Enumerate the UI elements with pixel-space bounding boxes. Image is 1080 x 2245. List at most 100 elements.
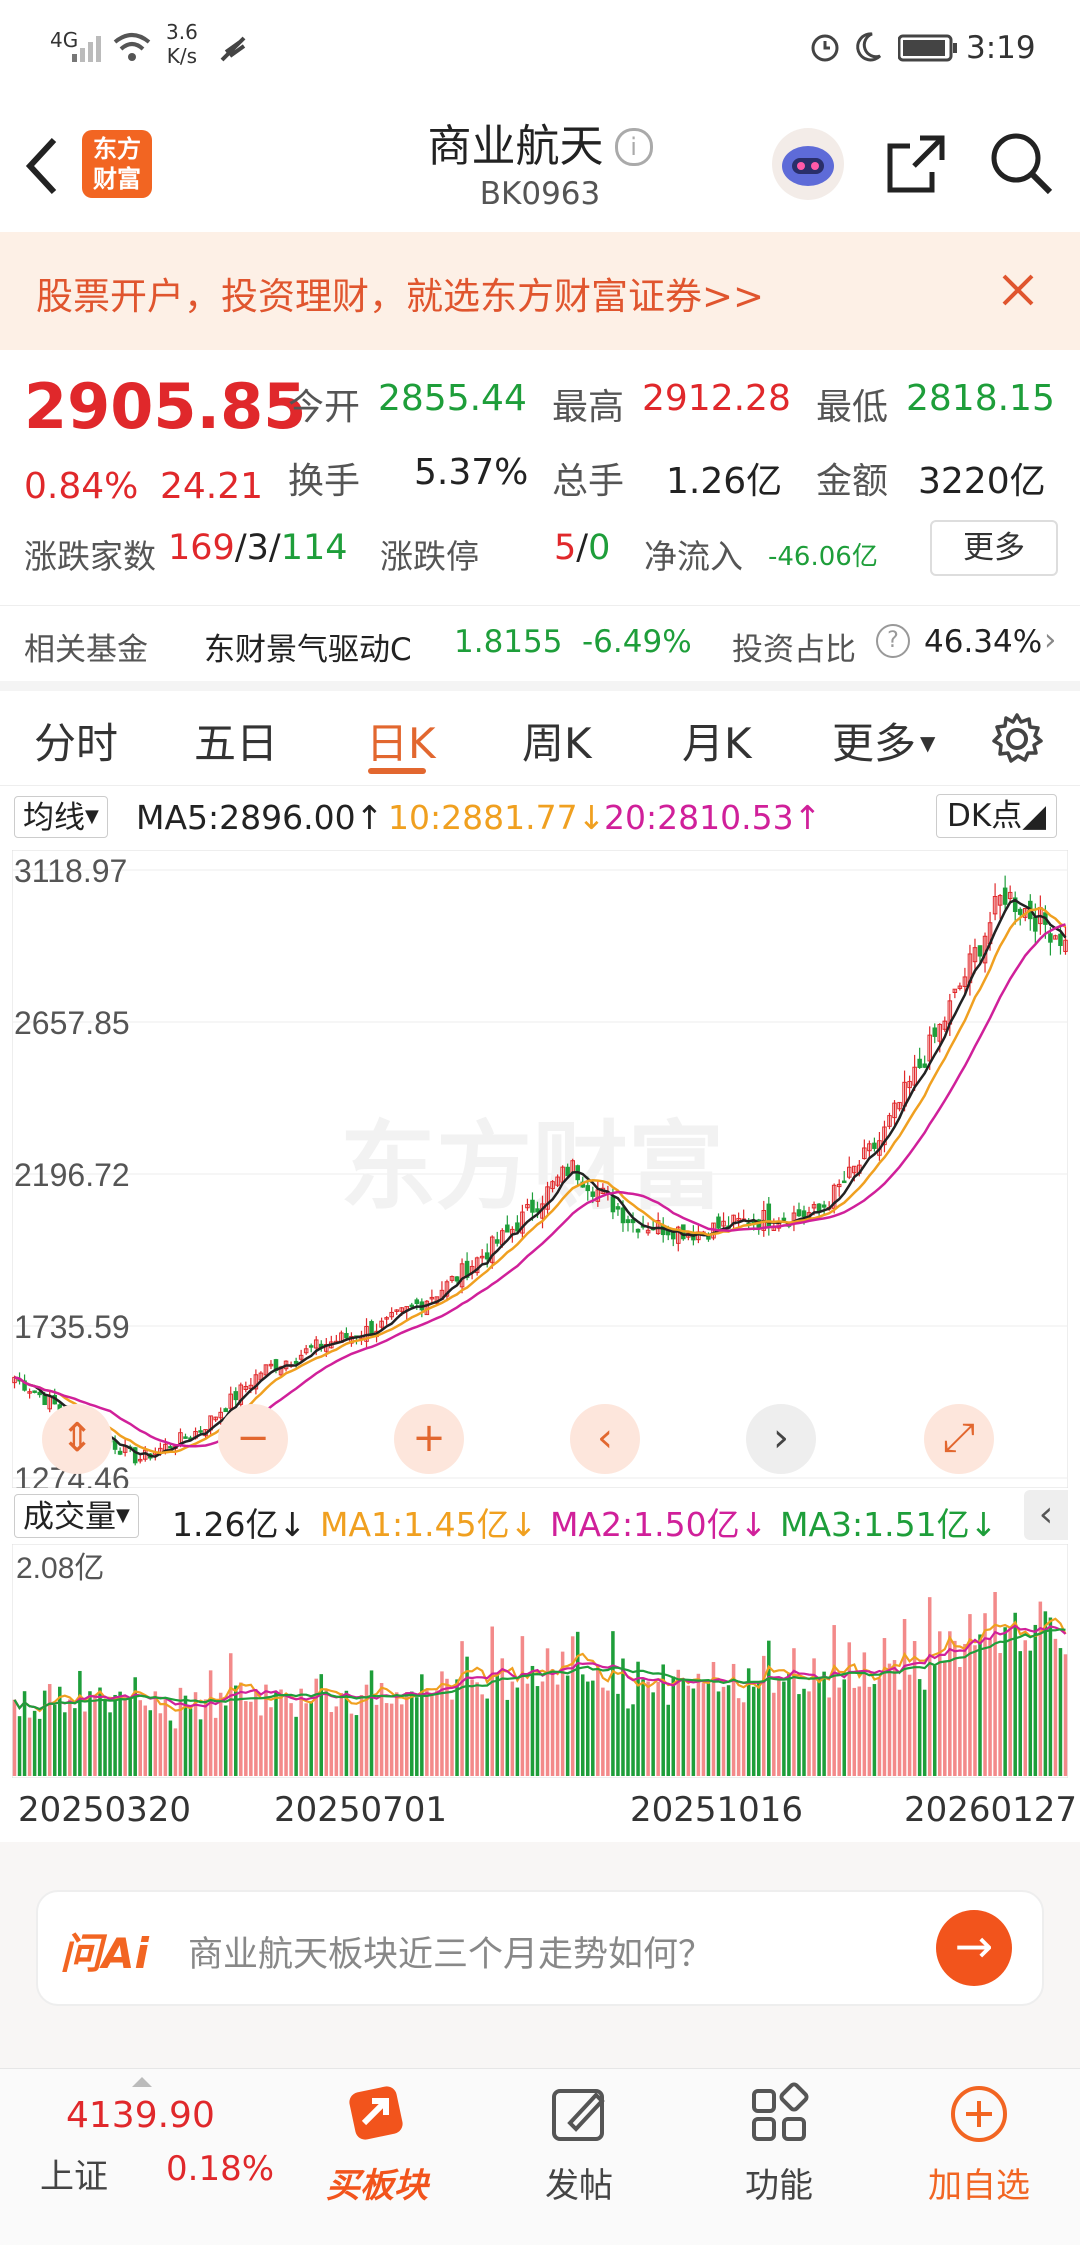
- tab-intraday[interactable]: 分时: [34, 710, 118, 771]
- volume-bar: [726, 1685, 731, 1776]
- feather-icon: [220, 36, 246, 62]
- scroll-right-button[interactable]: ›: [746, 1404, 816, 1474]
- fullscreen-button[interactable]: ⤢: [924, 1404, 994, 1474]
- volume-bar: [676, 1669, 681, 1776]
- chart-handle-button[interactable]: ⇕: [42, 1404, 112, 1474]
- function-button[interactable]: 功能: [714, 2081, 844, 2207]
- bottom-toolbar: 4139.90 上证 0.18% 买板块 发帖 功能 加自选: [0, 2068, 1080, 2245]
- buy-sector-button[interactable]: 买板块: [312, 2081, 442, 2207]
- limit-label: 涨跌停: [380, 537, 479, 576]
- volume-bar: [978, 1634, 982, 1776]
- volume-value: 1.26亿: [666, 461, 783, 502]
- tab-weekly-k[interactable]: 周K: [522, 710, 592, 771]
- help-icon[interactable]: ?: [876, 624, 910, 658]
- volume-max-label: 2.08亿: [16, 1552, 104, 1585]
- x-tick-label: 20250701: [274, 1790, 448, 1830]
- ma-selector[interactable]: 均线▼: [14, 796, 108, 838]
- open-label: 今开: [288, 387, 361, 428]
- volume-bar: [163, 1699, 168, 1776]
- zoom-in-button[interactable]: +: [394, 1404, 464, 1474]
- nav-bar: 东方 财富 商业航天 i BK0963: [0, 100, 1080, 230]
- index-name[interactable]: 上证: [40, 2149, 108, 2198]
- collapse-panel-button[interactable]: ‹: [1024, 1490, 1068, 1540]
- share-icon[interactable]: [884, 132, 948, 196]
- volume-bar: [103, 1700, 107, 1776]
- ai-question-text[interactable]: 商业航天板块近三个月走势如何？: [188, 1926, 713, 1977]
- volume-bar: [902, 1618, 907, 1776]
- volume-bar: [47, 1684, 52, 1776]
- tab-monthly-k[interactable]: 月K: [682, 710, 752, 771]
- wifi-icon: [113, 33, 151, 61]
- volume-bar: [807, 1691, 811, 1776]
- candle: [32, 1390, 37, 1393]
- volume-bar: [223, 1705, 228, 1776]
- info-icon[interactable]: i: [614, 128, 653, 166]
- volume-bar: [671, 1676, 676, 1776]
- candle: [615, 1206, 621, 1210]
- volume-bar: [857, 1686, 862, 1776]
- fund-change: -6.49%: [582, 624, 692, 660]
- volume-bar: [772, 1692, 776, 1776]
- volume-bar: [299, 1688, 303, 1776]
- back-icon[interactable]: [22, 136, 62, 196]
- volume-bar: [410, 1691, 414, 1776]
- volume-chart[interactable]: 2.08亿: [12, 1544, 1068, 1778]
- settings-gear-icon[interactable]: [990, 712, 1044, 766]
- volume-bar: [158, 1713, 163, 1776]
- volume-bar: [1048, 1617, 1053, 1776]
- volume-bar: [123, 1695, 127, 1776]
- volume-legend: 成交量▼ 1.26亿↓ MA1:1.45亿↓ MA2:1.50亿↓ MA3:1.…: [0, 1490, 1080, 1544]
- turnover-value: 5.37%: [414, 452, 529, 493]
- volume-bar: [425, 1690, 429, 1776]
- volume-bar: [68, 1699, 72, 1776]
- search-icon[interactable]: [988, 130, 1054, 198]
- volume-selector[interactable]: 成交量▼: [14, 1494, 139, 1538]
- robot-assistant-icon[interactable]: [770, 126, 846, 202]
- dk-point-button[interactable]: DK点◢: [936, 794, 1058, 838]
- candle: [1002, 887, 1008, 905]
- promo-banner[interactable]: 股票开户，投资理财，就选东方财富证券>>: [0, 232, 1080, 350]
- volume-bar: [455, 1679, 459, 1776]
- candle: [530, 1199, 535, 1213]
- post-button[interactable]: 发帖: [514, 2081, 644, 2207]
- candle: [821, 1204, 827, 1208]
- close-icon[interactable]: [1000, 272, 1036, 308]
- breadth-label: 涨跌家数: [24, 537, 156, 576]
- volume-bar: [354, 1715, 359, 1776]
- zoom-out-button[interactable]: −: [218, 1404, 288, 1474]
- status-bar: 4G 3.6 K/s 3:19: [0, 0, 1080, 100]
- related-fund-row[interactable]: 相关基金 东财景气驱动C 1.8155 -6.49% 投资占比 ? 46.34%…: [0, 605, 1080, 691]
- arrow-right-icon[interactable]: →: [936, 1910, 1012, 1986]
- add-watchlist-button[interactable]: 加自选: [914, 2081, 1044, 2207]
- volume-bar: [1003, 1627, 1007, 1776]
- index-value[interactable]: 4139.90: [66, 2095, 215, 2136]
- volume-bar: [656, 1681, 660, 1776]
- volume-bar: [52, 1705, 57, 1776]
- volume-bar: [751, 1686, 756, 1776]
- volume-bar: [465, 1656, 469, 1776]
- volume-bar: [394, 1692, 399, 1776]
- candlestick-chart[interactable]: 东方财富 3118.972657.852196.721735.591274.46: [12, 850, 1068, 1488]
- tab-daily-k[interactable]: 日K: [366, 710, 436, 771]
- volume-bar: [88, 1691, 92, 1776]
- tab-five-day[interactable]: 五日: [194, 710, 278, 771]
- buy-sector-icon: [349, 2086, 403, 2140]
- scroll-left-button[interactable]: ‹: [570, 1404, 640, 1474]
- volume-bar: [681, 1678, 686, 1776]
- tab-more[interactable]: 更多 ▼: [832, 710, 935, 771]
- volume-bar: [430, 1692, 434, 1776]
- breadth-values: 169/3/114: [168, 528, 348, 568]
- dropdown-icon: ▼: [920, 731, 936, 755]
- banner-text[interactable]: 股票开户，投资理财，就选东方财富证券>>: [36, 266, 764, 320]
- index-change[interactable]: 0.18%: [166, 2149, 274, 2189]
- candle: [198, 1430, 203, 1433]
- volume-bar: [17, 1716, 22, 1776]
- volume-bar: [993, 1592, 997, 1776]
- more-button[interactable]: 更多: [930, 520, 1058, 576]
- candle: [620, 1207, 626, 1224]
- volume-bar: [495, 1674, 500, 1776]
- amount-value: 3220亿: [918, 461, 1046, 502]
- candle: [706, 1235, 711, 1240]
- ai-question-bar[interactable]: 问Ai 商业航天板块近三个月走势如何？ →: [36, 1890, 1044, 2006]
- volume-bar: [203, 1699, 208, 1776]
